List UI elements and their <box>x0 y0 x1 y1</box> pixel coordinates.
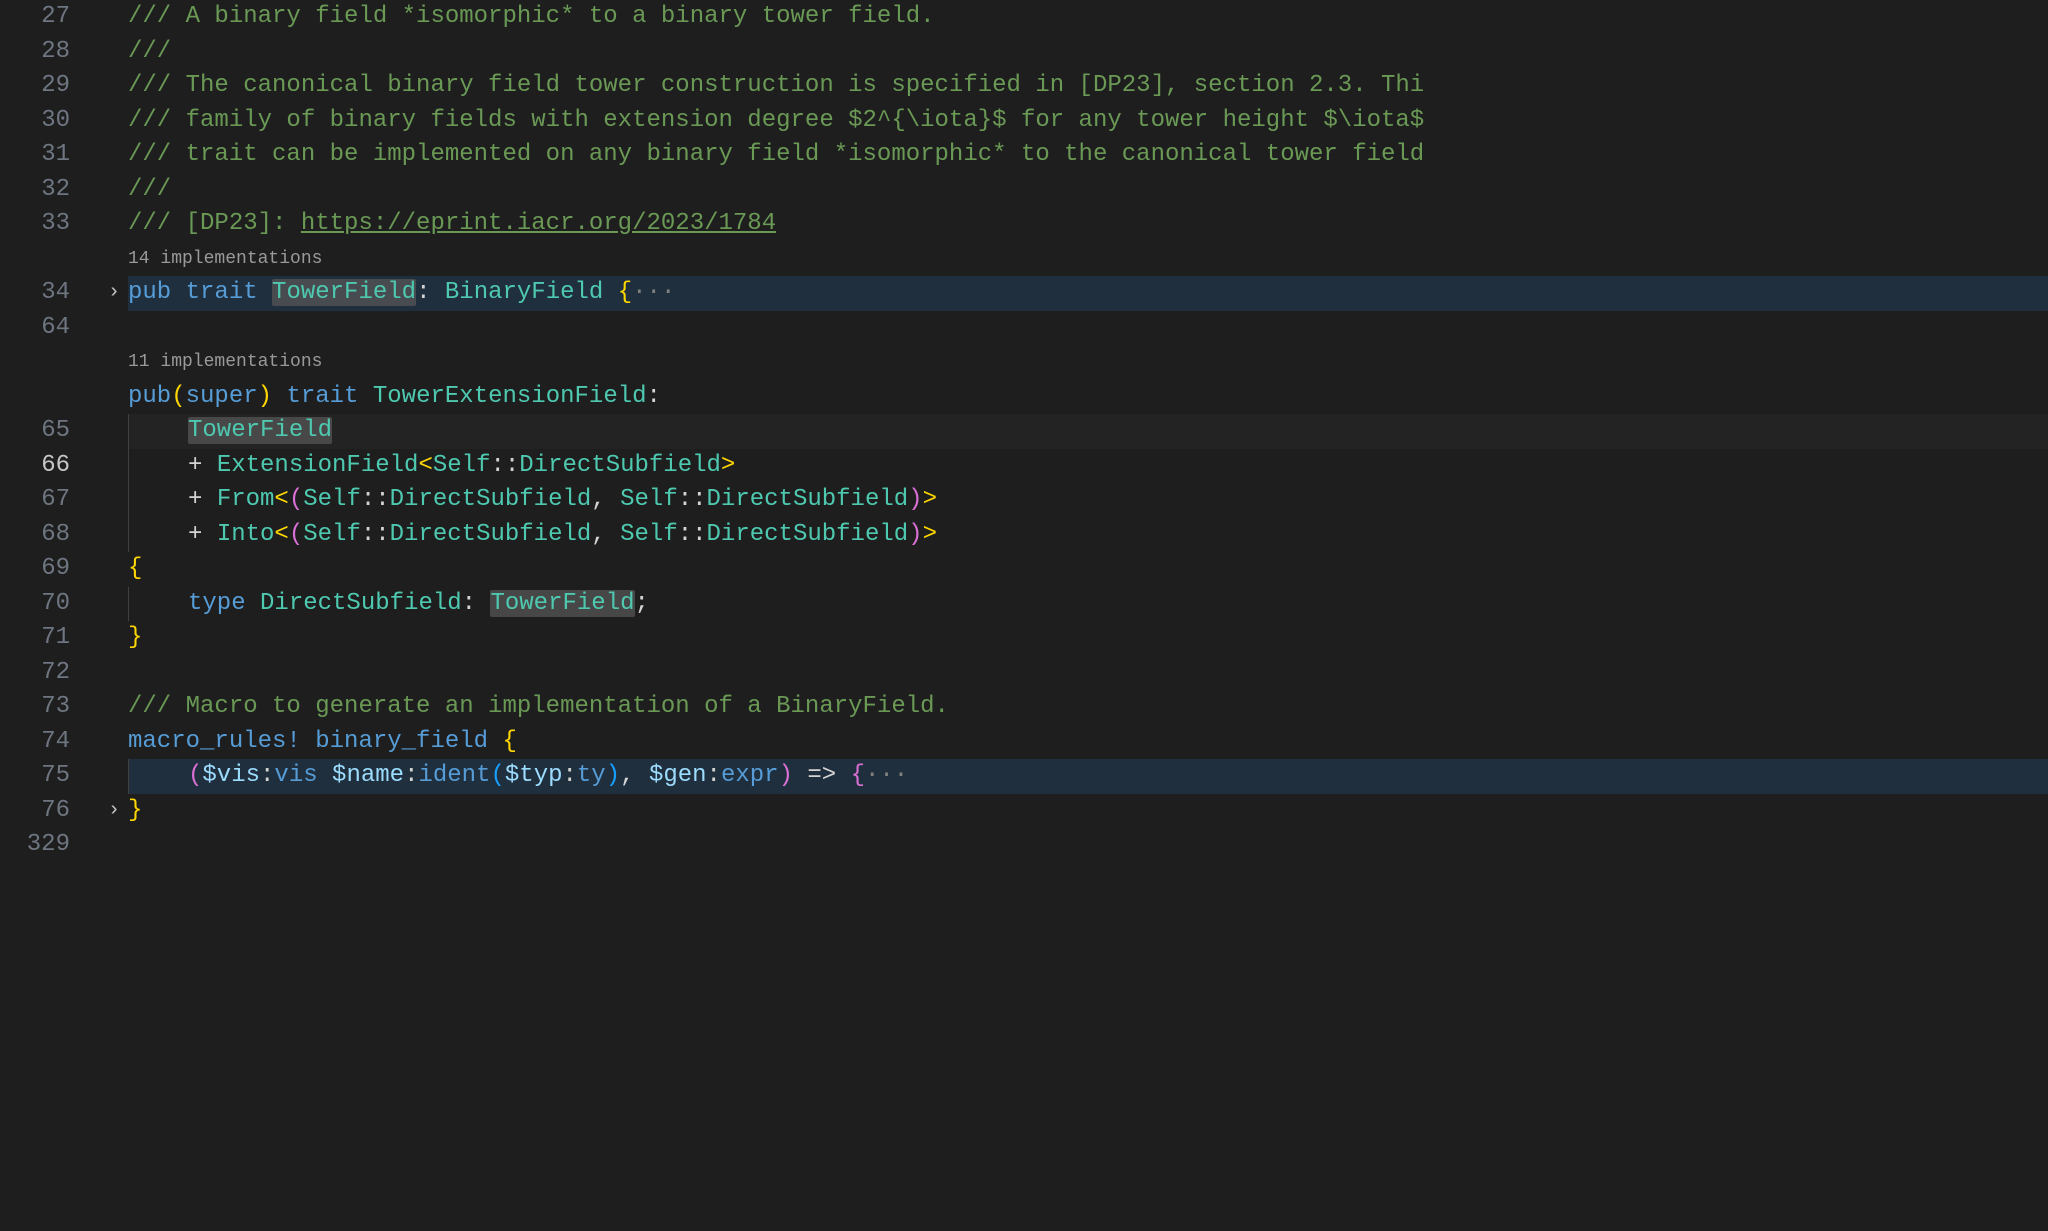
doc-comment: /// <box>128 176 171 203</box>
doc-comment: /// <box>128 38 171 65</box>
fold-ellipsis-icon[interactable]: ··· <box>865 762 908 789</box>
trait-name: TowerExtensionField <box>373 383 647 410</box>
code-line-folded[interactable]: pub trait TowerField: BinaryField {··· <box>128 276 2048 311</box>
line-number: 68 <box>0 518 70 553</box>
type-ref: TowerField <box>188 417 332 444</box>
line-number: 64 <box>0 311 70 346</box>
code-area[interactable]: /// A binary field *isomorphic* to a bin… <box>128 0 2048 863</box>
line-number: 33 <box>0 207 70 242</box>
line-number: 75 <box>0 759 70 794</box>
doc-comment: /// Macro to generate an implementation … <box>128 693 949 720</box>
line-number <box>0 242 70 277</box>
line-number: 69 <box>0 552 70 587</box>
doc-comment: /// A binary field *isomorphic* to a bin… <box>128 3 935 30</box>
cursor-line[interactable]: TowerField <box>128 414 2048 449</box>
code-line-folded[interactable]: ($vis:vis $name:ident($typ:ty), $gen:exp… <box>128 759 2048 794</box>
doc-comment: /// [DP23]: <box>128 210 301 237</box>
line-number <box>0 380 70 415</box>
line-number: 71 <box>0 621 70 656</box>
line-number: 70 <box>0 587 70 622</box>
codelens-implementations[interactable]: 11 implementations <box>128 345 2048 380</box>
doc-comment: /// family of binary fields with extensi… <box>128 107 1424 134</box>
fold-chevron-icon[interactable]: › <box>100 794 128 829</box>
doc-comment: /// The canonical binary field tower con… <box>128 72 1424 99</box>
line-number: 329 <box>0 828 70 863</box>
line-number-active: 66 <box>0 449 70 484</box>
macro-name: binary_field <box>315 728 488 755</box>
line-number: 76 <box>0 794 70 829</box>
line-number: 74 <box>0 725 70 760</box>
type-ref: TowerField <box>490 590 634 617</box>
trait-name: TowerField <box>272 279 416 306</box>
line-number: 34 <box>0 276 70 311</box>
line-number: 72 <box>0 656 70 691</box>
doc-comment: /// trait can be implemented on any bina… <box>128 141 1424 168</box>
line-number: 29 <box>0 69 70 104</box>
line-number: 31 <box>0 138 70 173</box>
fold-chevron-icon[interactable]: › <box>100 276 128 311</box>
line-number: 65 <box>0 414 70 449</box>
line-number <box>0 345 70 380</box>
fold-gutter: › › <box>100 0 128 863</box>
codelens-implementations[interactable]: 14 implementations <box>128 242 2048 277</box>
line-number: 28 <box>0 35 70 70</box>
line-number: 73 <box>0 690 70 725</box>
doc-link[interactable]: https://eprint.iacr.org/2023/1784 <box>301 210 776 237</box>
code-editor[interactable]: 27 28 29 30 31 32 33 34 64 65 66 67 68 6… <box>0 0 2048 863</box>
line-number: 32 <box>0 173 70 208</box>
line-number: 67 <box>0 483 70 518</box>
line-number: 27 <box>0 0 70 35</box>
line-number: 30 <box>0 104 70 139</box>
line-number-gutter: 27 28 29 30 31 32 33 34 64 65 66 67 68 6… <box>0 0 100 863</box>
fold-ellipsis-icon[interactable]: ··· <box>632 279 675 306</box>
